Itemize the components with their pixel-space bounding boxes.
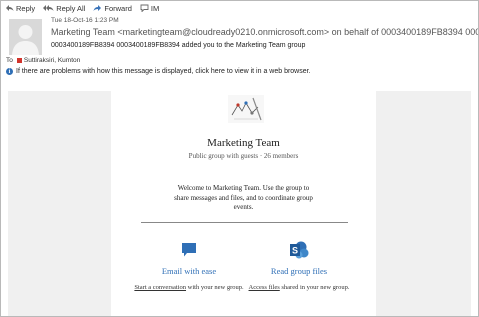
divider [141,222,348,223]
welcome-text: Welcome to Marketing Team. Use the group… [174,184,313,211]
presence-busy-icon [16,58,22,63]
reply-all-label: Reply All [56,3,86,13]
group-image-icon [228,95,264,123]
sender-avatar [9,19,42,55]
message-toolbar: Reply Reply All Forward IM [1,1,478,15]
sharepoint-icon: S [290,241,309,259]
to-label: To [6,57,13,64]
sender-line[interactable]: Marketing Team <marketingteam@cloudready… [51,27,478,37]
feature-files-desc: Access files shared in your new group. [244,283,354,293]
feature-email-desc-text: with your new group. [186,284,244,291]
forward-label: Forward [104,3,132,13]
person-placeholder-icon [12,25,39,55]
access-files-link[interactable]: Access files [249,284,280,291]
conversation-icon [182,243,196,257]
email-reading-pane: Reply Reply All Forward IM Tue 18-Oct-16… [0,0,479,317]
feature-files: S Read group files Access files shared i… [244,241,354,293]
message-body: Marketing Team Public group with guests … [8,91,471,316]
reply-icon [6,5,14,11]
group-subtitle: Public group with guests · 26 members [188,152,299,160]
group-picture [228,95,264,123]
svg-text:S: S [292,246,298,256]
forward-icon [93,5,102,11]
feature-email-desc: Start a conversation with your new group… [134,283,244,293]
feature-files-desc-text: shared in your new group. [279,284,350,291]
feature-email-title: Email with ease [161,266,217,276]
message-subject: 0003400189FB8394 0003400189FB8394 added … [51,42,306,49]
reply-all-button[interactable]: Reply All [43,4,85,13]
reply-all-icon [43,5,54,11]
infobar-text[interactable]: If there are problems with how this mess… [16,68,311,75]
start-conversation-link[interactable]: Start a conversation [134,284,186,291]
info-icon: i [6,68,13,75]
feature-email: Email with ease Start a conversation wit… [134,241,244,293]
im-label: IM [150,3,160,13]
recipients-row: To Suttiraksiri, Kumton [6,57,80,64]
group-welcome-card: Marketing Team Public group with guests … [111,91,376,316]
reply-button[interactable]: Reply [5,4,35,13]
recipient-name[interactable]: Suttiraksiri, Kumton [24,57,80,64]
im-chat-icon [140,4,149,12]
reply-label: Reply [16,3,36,13]
infobar[interactable]: i If there are problems with how this me… [6,68,311,75]
feature-files-title: Read group files [270,266,328,276]
im-button[interactable]: IM [140,4,159,13]
forward-button[interactable]: Forward [93,4,132,13]
group-title: Marketing Team [207,137,280,149]
sent-date: Tue 18-Oct-16 1:23 PM [51,17,119,24]
